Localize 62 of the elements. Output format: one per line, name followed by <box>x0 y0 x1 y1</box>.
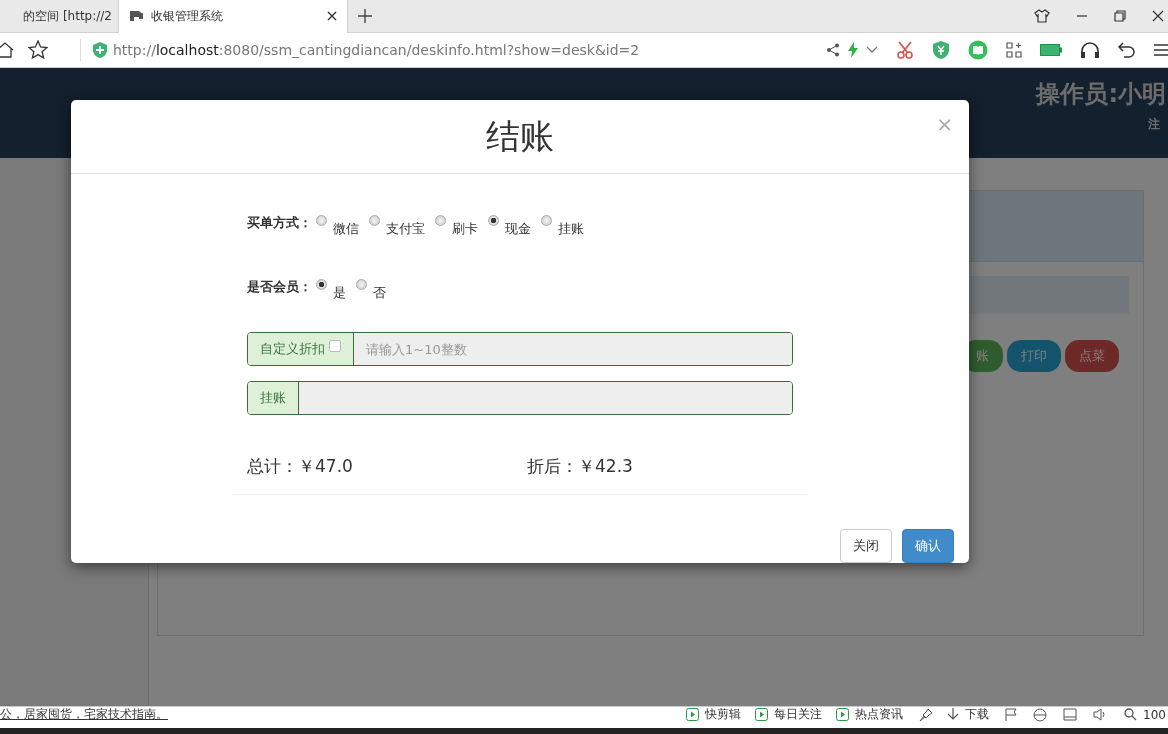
status-label: 热点资讯 <box>855 706 904 723</box>
option-label: 现金 <box>505 220 531 238</box>
discounted-amount: 折后：￥42.3 <box>527 455 634 478</box>
lightning-icon[interactable] <box>848 42 858 58</box>
status-icon <box>836 708 850 721</box>
option-label: 支付宝 <box>386 220 425 238</box>
dialog-title: 结账 <box>486 114 554 158</box>
menu-icon[interactable] <box>1154 43 1168 57</box>
close-icon[interactable] <box>1152 10 1164 22</box>
confirm-button[interactable]: 确认 <box>902 529 954 563</box>
news-link[interactable]: 公，居家囤货，宅家技术指南。 <box>0 706 168 723</box>
radio-button[interactable] <box>316 279 327 290</box>
download-button[interactable]: 下载 <box>947 706 990 723</box>
option-label: 挂账 <box>558 220 584 238</box>
restore-icon[interactable] <box>1114 10 1126 22</box>
shield-icon <box>93 42 107 58</box>
total-amount: 总计：￥47.0 <box>247 455 354 478</box>
yuan-shield-icon[interactable] <box>932 40 950 60</box>
close-icon[interactable] <box>327 11 337 21</box>
star-icon[interactable] <box>28 40 48 60</box>
undo-icon[interactable] <box>1118 41 1136 59</box>
window-icon[interactable] <box>1063 708 1078 721</box>
radio-button[interactable] <box>369 215 380 226</box>
status-icon <box>686 708 700 721</box>
radio-button[interactable] <box>488 215 499 226</box>
status-label: 快剪辑 <box>705 706 742 723</box>
field-label: 是否会员： <box>247 278 312 296</box>
zoom-level[interactable]: 100 <box>1143 707 1166 722</box>
headphones-icon[interactable] <box>1080 41 1100 59</box>
status-label: 下载 <box>965 706 990 723</box>
book-icon[interactable] <box>968 40 988 60</box>
option-label: 微信 <box>333 220 359 238</box>
download-icon <box>947 708 960 721</box>
site-icon <box>129 10 145 22</box>
radio-button[interactable] <box>356 279 367 290</box>
status-icon <box>755 708 769 721</box>
battery-icon[interactable] <box>1040 44 1062 56</box>
home-icon[interactable] <box>0 41 14 59</box>
option-label: 刷卡 <box>452 220 478 238</box>
radio-button[interactable] <box>541 215 552 226</box>
flag-icon[interactable] <box>1005 708 1018 721</box>
status-item[interactable]: 快剪辑 <box>686 706 742 723</box>
shirt-icon[interactable] <box>1034 9 1050 23</box>
radio-button[interactable] <box>435 215 446 226</box>
cancel-button[interactable]: 关闭 <box>840 529 892 563</box>
apps-icon[interactable] <box>1006 42 1022 58</box>
browser-tab[interactable]: 收银管理系统 <box>118 0 348 33</box>
browser-tab[interactable]: 的空间 [http://2 <box>0 0 118 33</box>
chevron-down-icon[interactable] <box>866 46 878 54</box>
address-field[interactable]: http://localhost:8080/ssm_cantingdiancan/deskinfo.html?show=desk&id=2 <box>113 42 640 58</box>
option-label: 是 <box>333 284 346 302</box>
status-item[interactable]: 每日关注 <box>755 706 823 723</box>
scissors-icon[interactable] <box>896 41 914 59</box>
share-icon[interactable] <box>826 43 840 57</box>
status-label: 每日关注 <box>774 706 823 723</box>
option-label: 否 <box>373 284 386 302</box>
zoom-icon[interactable] <box>1124 708 1138 721</box>
radio-button[interactable] <box>316 215 327 226</box>
status-item[interactable]: 热点资讯 <box>836 706 904 723</box>
operator-name: 操作员:小明 <box>1036 79 1166 110</box>
field-label: 买单方式： <box>247 214 312 232</box>
new-tab-icon[interactable] <box>358 9 372 23</box>
